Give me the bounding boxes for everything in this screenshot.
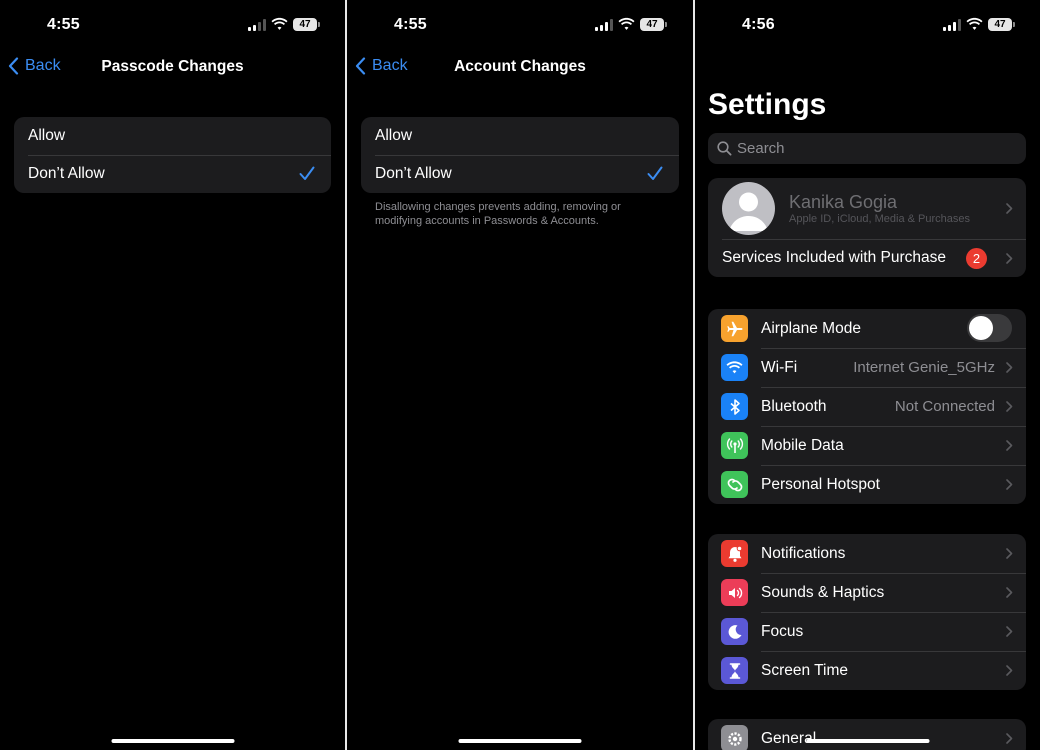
personal-hotspot-row[interactable]: Personal Hotspot xyxy=(708,465,1026,504)
section-footnote: Disallowing changes prevents adding, rem… xyxy=(375,201,621,227)
wifi-status-icon xyxy=(618,17,635,31)
search-placeholder: Search xyxy=(737,140,785,157)
services-label: Services Included with Purchase xyxy=(722,249,947,266)
chevron-right-icon xyxy=(1006,479,1013,490)
wifi-row[interactable]: Wi-Fi Internet Genie_5GHz xyxy=(708,348,1026,387)
search-icon xyxy=(717,141,732,156)
status-time: 4:55 xyxy=(47,16,80,33)
row-label: Sounds & Haptics xyxy=(761,583,885,601)
screen-time-row[interactable]: Screen Time xyxy=(708,651,1026,690)
options-group: Allow Don’t Allow xyxy=(361,117,679,193)
antenna-icon xyxy=(721,432,748,459)
chevron-right-icon xyxy=(1006,733,1013,744)
mobile-data-row[interactable]: Mobile Data xyxy=(708,426,1026,465)
row-label: Personal Hotspot xyxy=(761,475,880,493)
navigation-bar: Back Passcode Changes xyxy=(0,54,345,80)
row-label: Bluetooth xyxy=(761,397,827,415)
option-allow[interactable]: Allow xyxy=(14,117,331,155)
status-bar: 4:56 47 xyxy=(695,14,1040,38)
chevron-right-icon xyxy=(1006,440,1013,451)
account-changes-screen: 4:55 47 Back Account Changes Allow Don’t… xyxy=(347,0,693,750)
sounds-haptics-row[interactable]: Sounds & Haptics xyxy=(708,573,1026,612)
chevron-right-icon xyxy=(1006,626,1013,637)
search-field[interactable]: Search xyxy=(708,133,1026,164)
row-label: Notifications xyxy=(761,544,846,562)
notification-badge: 2 xyxy=(966,248,987,269)
profile-subtitle: Apple ID, iCloud, Media & Purchases xyxy=(789,213,970,225)
account-group: Kanika Gogia Apple ID, iCloud, Media & P… xyxy=(708,178,1026,277)
option-label: Allow xyxy=(375,127,413,144)
profile-name: Kanika Gogia xyxy=(789,192,898,212)
row-value: Internet Genie_5GHz xyxy=(853,359,995,376)
battery-icon: 47 xyxy=(293,18,320,31)
row-label: Wi-Fi xyxy=(761,358,798,376)
navigation-bar: Back Account Changes xyxy=(347,54,693,80)
status-bar: 4:55 47 xyxy=(347,14,693,38)
avatar xyxy=(722,182,775,235)
page-title: Account Changes xyxy=(454,58,586,75)
page-title: Settings xyxy=(708,88,827,121)
settings-screen: 4:56 47 Settings Search Kanika Gogia App… xyxy=(695,0,1040,750)
home-indicator[interactable] xyxy=(458,739,582,743)
chevron-right-icon xyxy=(1006,253,1013,264)
row-label: Airplane Mode xyxy=(761,319,861,337)
status-bar: 4:55 47 xyxy=(0,14,345,38)
home-indicator[interactable] xyxy=(806,739,929,743)
general-row[interactable]: General xyxy=(708,719,1026,750)
apple-id-row[interactable]: Kanika Gogia Apple ID, iCloud, Media & P… xyxy=(708,178,1026,239)
checkmark-icon xyxy=(299,166,315,180)
notifications-row[interactable]: Notifications xyxy=(708,534,1026,573)
airplane-mode-toggle[interactable] xyxy=(967,314,1012,342)
row-label: Mobile Data xyxy=(761,436,844,454)
row-value: Not Connected xyxy=(894,398,995,415)
wifi-status-icon xyxy=(271,17,288,31)
wifi-status-icon xyxy=(966,17,983,31)
status-time: 4:56 xyxy=(742,16,775,33)
bell-icon xyxy=(721,540,748,567)
airplane-icon xyxy=(721,315,748,342)
battery-icon: 47 xyxy=(640,18,667,31)
chevron-right-icon xyxy=(1006,665,1013,676)
hotspot-icon xyxy=(721,471,748,498)
status-time: 4:55 xyxy=(394,16,427,33)
alerts-group: Notifications Sounds & Haptics Focus Scr… xyxy=(708,534,1026,690)
bluetooth-icon xyxy=(721,393,748,420)
general-group: General xyxy=(708,719,1026,750)
moon-icon xyxy=(721,618,748,645)
chevron-right-icon xyxy=(1006,548,1013,559)
option-dont-allow[interactable]: Don’t Allow xyxy=(361,155,679,193)
hourglass-icon xyxy=(721,657,748,684)
option-allow[interactable]: Allow xyxy=(361,117,679,155)
connectivity-group: Airplane Mode Wi-Fi Internet Genie_5GHz … xyxy=(708,309,1026,504)
services-row[interactable]: Services Included with Purchase 2 xyxy=(708,239,1026,277)
row-label: Focus xyxy=(761,622,804,640)
passcode-changes-screen: 4:55 47 Back Passcode Changes Allow Don’… xyxy=(0,0,345,750)
option-label: Don’t Allow xyxy=(28,165,105,182)
cellular-signal-icon xyxy=(943,19,961,31)
home-indicator[interactable] xyxy=(111,739,234,743)
bluetooth-row[interactable]: Bluetooth Not Connected xyxy=(708,387,1026,426)
cellular-signal-icon xyxy=(248,19,266,31)
wifi-icon xyxy=(721,354,748,381)
gear-icon xyxy=(721,725,748,750)
option-label: Don’t Allow xyxy=(375,165,452,182)
person-silhouette-icon xyxy=(729,192,768,231)
option-dont-allow[interactable]: Don’t Allow xyxy=(14,155,331,193)
focus-row[interactable]: Focus xyxy=(708,612,1026,651)
options-group: Allow Don’t Allow xyxy=(14,117,331,193)
chevron-right-icon xyxy=(1006,401,1013,412)
cellular-signal-icon xyxy=(595,19,613,31)
speaker-icon xyxy=(721,579,748,606)
option-label: Allow xyxy=(28,127,66,144)
row-label: Screen Time xyxy=(761,661,849,679)
chevron-right-icon xyxy=(1006,587,1013,598)
page-title: Passcode Changes xyxy=(101,58,244,75)
chevron-right-icon xyxy=(1006,203,1013,214)
airplane-mode-row[interactable]: Airplane Mode xyxy=(708,309,1026,348)
chevron-right-icon xyxy=(1006,362,1013,373)
checkmark-icon xyxy=(647,166,663,180)
battery-icon: 47 xyxy=(988,18,1015,31)
